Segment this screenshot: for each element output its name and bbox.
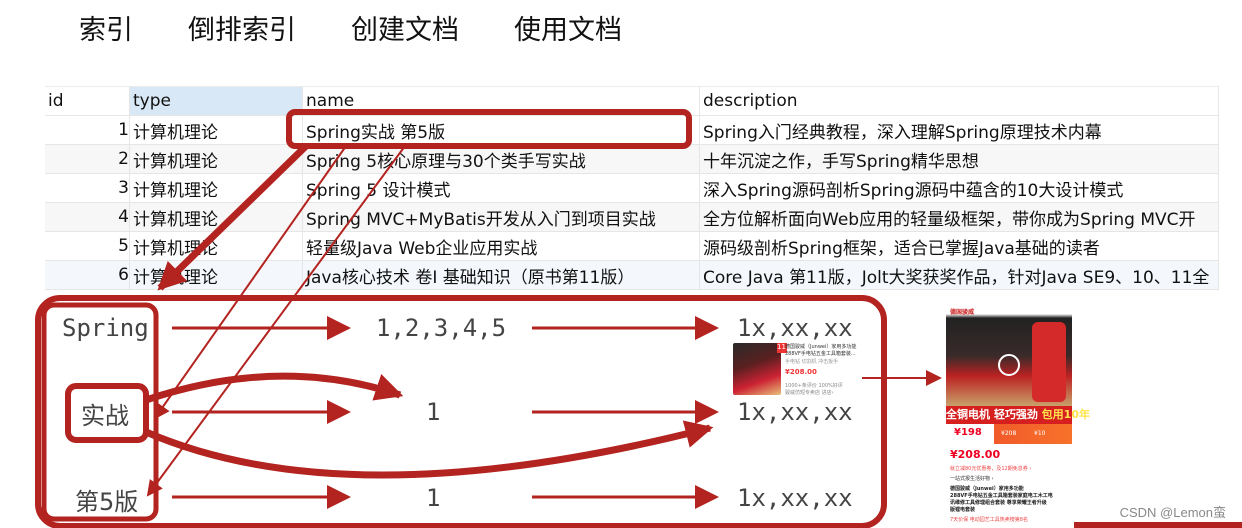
curve-arrow-shizhan-to-id	[144, 372, 404, 404]
decorative-bar	[1074, 522, 1242, 528]
term-column-box	[41, 302, 159, 522]
curve-arrow-shizhan-to-doc	[144, 420, 714, 479]
highlight-box-name	[286, 109, 692, 149]
arrow-name-to-edition5	[146, 145, 406, 497]
arrow-name-to-spring	[157, 143, 309, 291]
annotation-overlay	[35, 109, 942, 528]
term-highlight-box	[65, 383, 149, 443]
watermark: CSDN @Lemon蛮	[1119, 505, 1226, 520]
inverted-index-box	[35, 295, 887, 528]
